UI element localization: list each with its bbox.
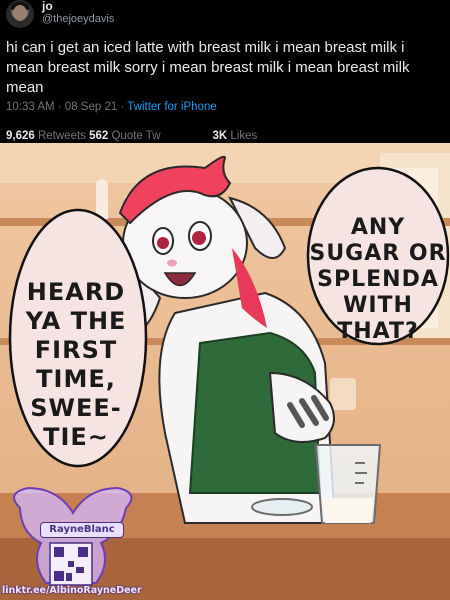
speech-text-right: ANY SUGAR OR SPLENDA WITH THAT? xyxy=(309,215,447,344)
nose xyxy=(167,259,177,267)
tweet-meta: 10:33 AM · 08 Sep 21 · Twitter for iPhon… xyxy=(6,101,217,113)
speech-text-left: HEARD YA THE FIRST TIME, SWEE- TIE~ xyxy=(25,278,127,451)
milk-in-cup xyxy=(322,498,374,523)
tweet-timestamp[interactable]: 10:33 AM · 08 Sep 21 · xyxy=(6,101,127,113)
tweet-card: jo @thejoeydavis hi can i get an iced la… xyxy=(0,0,450,150)
user-handle[interactable]: @thejoeydavis xyxy=(42,13,114,25)
artist-link: linktr.ee/AlbinoRayneDeer xyxy=(2,585,142,596)
tweet-text: hi can i get an iced latte with breast m… xyxy=(6,39,410,96)
tweet-stats: 9,626 Retweets 562 Quote Tw 3K Likes xyxy=(6,130,257,142)
likes-label[interactable]: Likes xyxy=(227,130,257,142)
comic-image[interactable]: HEARD YA THE FIRST TIME, SWEE- TIE~ ANY … xyxy=(0,143,450,600)
artist-tag: RayneBlanc xyxy=(40,522,124,538)
right-pupil xyxy=(192,231,206,245)
quotes-label[interactable]: Quote Tw xyxy=(108,130,160,142)
display-name[interactable]: jo xyxy=(42,0,53,13)
retweets-count[interactable]: 9,626 xyxy=(6,130,35,142)
likes-count[interactable]: 3K xyxy=(213,130,228,142)
cup-lid xyxy=(251,498,313,516)
retweets-label[interactable]: Retweets xyxy=(35,130,89,142)
left-pupil xyxy=(157,237,169,249)
avatar-face xyxy=(13,5,27,21)
shelf-cup xyxy=(330,378,356,410)
avatar[interactable] xyxy=(6,0,34,28)
quotes-count[interactable]: 562 xyxy=(89,130,108,142)
tweet-source-link[interactable]: Twitter for iPhone xyxy=(127,101,216,113)
shelf-bottle xyxy=(96,179,108,219)
